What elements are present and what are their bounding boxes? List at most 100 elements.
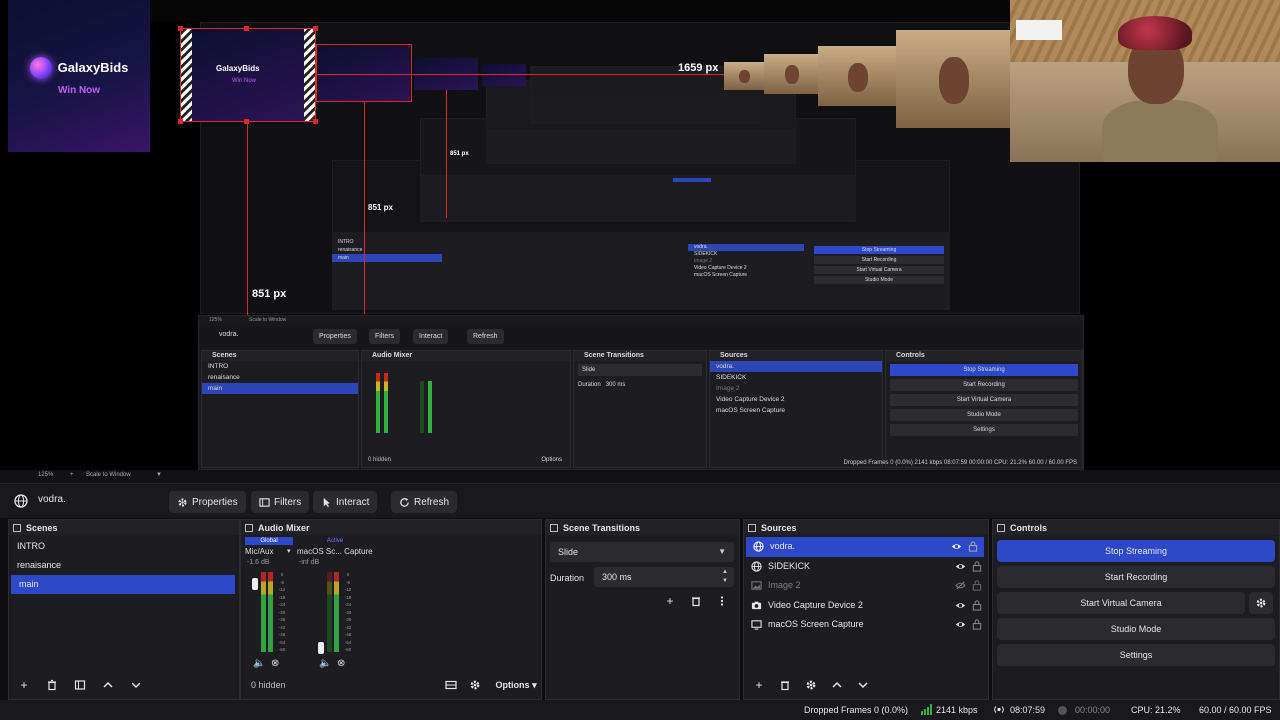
resize-handle[interactable]: [313, 26, 318, 31]
source-item-vodra[interactable]: vodra.: [746, 537, 984, 557]
zoom-plus-icon[interactable]: +: [70, 472, 74, 478]
trash-icon: [781, 681, 789, 691]
add-transition-button[interactable]: +: [661, 592, 679, 610]
volume-fader[interactable]: [252, 578, 258, 590]
source-properties-button[interactable]: [802, 676, 820, 694]
move-source-down-button[interactable]: [854, 676, 872, 694]
advanced-audio-button[interactable]: [466, 676, 484, 694]
remove-transition-button[interactable]: [687, 592, 705, 610]
remove-source-button[interactable]: [776, 676, 794, 694]
move-scene-up-button[interactable]: [99, 676, 117, 694]
mixer-tab-global[interactable]: Global: [245, 537, 293, 545]
move-scene-down-button[interactable]: [127, 676, 145, 694]
resize-handle[interactable]: [244, 26, 249, 31]
sources-dock-header[interactable]: Sources: [744, 520, 988, 535]
filters-button[interactable]: Filters: [251, 491, 310, 513]
audio-settings-icon[interactable]: ⊗: [337, 658, 349, 670]
volume-meter: [261, 572, 266, 652]
zoom-caret-icon[interactable]: ▼: [156, 472, 162, 478]
volume-fader[interactable]: [318, 642, 324, 654]
dock-float-icon[interactable]: [245, 523, 253, 532]
sources-footer: +: [744, 671, 988, 699]
hidden-count: 0 hidden: [251, 680, 286, 690]
record-time: 00:00:00: [1075, 705, 1111, 715]
eye-icon[interactable]: [955, 561, 966, 572]
zoom-level[interactable]: 125%: [38, 472, 53, 478]
eye-icon[interactable]: [955, 619, 966, 630]
nested-controls-panel: Stop Streaming Start Recording Start Vir…: [810, 244, 948, 294]
eye-icon[interactable]: [951, 541, 962, 552]
dock-float-icon[interactable]: [13, 523, 21, 532]
chevron-down-icon: [131, 682, 141, 689]
resize-handle[interactable]: [178, 119, 183, 124]
add-scene-button[interactable]: +: [15, 676, 33, 694]
add-source-button[interactable]: +: [750, 676, 768, 694]
mixer-options-button[interactable]: Options ▾: [496, 680, 537, 691]
stop-streaming-button[interactable]: Stop Streaming: [997, 540, 1275, 562]
lock-icon[interactable]: [972, 599, 982, 611]
layout-icon: [444, 680, 457, 690]
nested-sources-panel: vodra. SIDEKICK Image 2 Video Capture De…: [688, 244, 804, 284]
lock-icon[interactable]: [972, 580, 982, 591]
lock-icon[interactable]: [968, 541, 978, 552]
brand-card: GalaxyBids Win Now: [8, 0, 150, 152]
mixer-title: Audio Mixer: [258, 522, 310, 533]
settings-button[interactable]: Settings: [997, 644, 1275, 666]
channel-menu-icon[interactable]: ▾: [287, 547, 291, 555]
spinner-icon[interactable]: ▲ ▼: [722, 568, 728, 586]
preview-canvas[interactable]: GalaxyBids Win Now INTRO renaisance main…: [0, 0, 1280, 470]
gear-icon: [806, 680, 816, 690]
source-label: vodra.: [770, 541, 796, 551]
preview-zoom-bar[interactable]: 125% + Scale to Window ▼: [0, 470, 1280, 484]
remove-scene-button[interactable]: [43, 676, 61, 694]
eye-hidden-icon[interactable]: [955, 580, 966, 591]
vertical-measure-line-2: [364, 102, 365, 314]
nested-scenes-dock: Scenes INTRO renaisance main: [201, 350, 359, 468]
controls-dock-header[interactable]: Controls: [993, 520, 1279, 535]
interact-button[interactable]: Interact: [313, 491, 378, 513]
scene-item-renaisance[interactable]: renaisance: [9, 556, 239, 575]
resize-handle[interactable]: [178, 26, 183, 31]
dock-float-icon[interactable]: [748, 523, 756, 532]
scene-filters-button[interactable]: [71, 676, 89, 694]
source-item-sidekick[interactable]: SIDEKICK: [744, 557, 988, 577]
lock-icon[interactable]: [972, 619, 982, 630]
transitions-dock-header[interactable]: Scene Transitions: [546, 520, 739, 535]
properties-button[interactable]: Properties: [169, 491, 246, 513]
source-item-video-capture[interactable]: Video Capture Device 2: [744, 596, 988, 616]
eye-icon[interactable]: [955, 600, 966, 611]
trash-icon: [692, 597, 700, 607]
mixer-dock-header[interactable]: Audio Mixer: [241, 520, 541, 535]
duration-input[interactable]: 300 ms ▲ ▼: [594, 567, 734, 587]
start-virtual-camera-button[interactable]: Start Virtual Camera: [997, 592, 1245, 614]
globe-icon: [14, 494, 28, 508]
transition-menu-button[interactable]: [713, 592, 731, 610]
caret-down-icon: ▼: [718, 547, 726, 556]
mixer-layout-button[interactable]: [442, 676, 460, 694]
speaker-icon[interactable]: 🔈: [319, 658, 331, 670]
source-item-image-2[interactable]: Image 2: [744, 576, 988, 596]
scene-item-intro[interactable]: INTRO: [9, 537, 239, 556]
refresh-button[interactable]: Refresh: [391, 491, 458, 513]
zoom-mode[interactable]: Scale to Window: [86, 472, 131, 478]
sources-title: Sources: [761, 522, 797, 533]
studio-mode-button[interactable]: Studio Mode: [997, 618, 1275, 640]
scene-item-main[interactable]: main: [11, 575, 235, 594]
mixer-tab-active[interactable]: Active: [295, 537, 375, 545]
speaker-icon[interactable]: 🔈: [253, 658, 265, 670]
selected-source-outline[interactable]: [180, 28, 316, 122]
start-recording-button[interactable]: Start Recording: [997, 566, 1275, 588]
audio-settings-icon[interactable]: ⊗: [271, 658, 283, 670]
virtual-camera-settings-button[interactable]: [1249, 592, 1273, 614]
scenes-dock-header[interactable]: Scenes: [9, 520, 239, 535]
transition-select[interactable]: Slide ▼: [550, 542, 734, 562]
signal-strength-icon: [921, 704, 932, 715]
move-source-up-button[interactable]: [828, 676, 846, 694]
filters-icon: [74, 680, 86, 690]
dock-float-icon[interactable]: [550, 523, 558, 532]
lock-icon[interactable]: [972, 560, 982, 572]
dock-float-icon[interactable]: [997, 523, 1005, 532]
source-item-screen-capture[interactable]: macOS Screen Capture: [744, 615, 988, 635]
resize-handle[interactable]: [313, 119, 318, 124]
globe-icon: [751, 560, 762, 572]
